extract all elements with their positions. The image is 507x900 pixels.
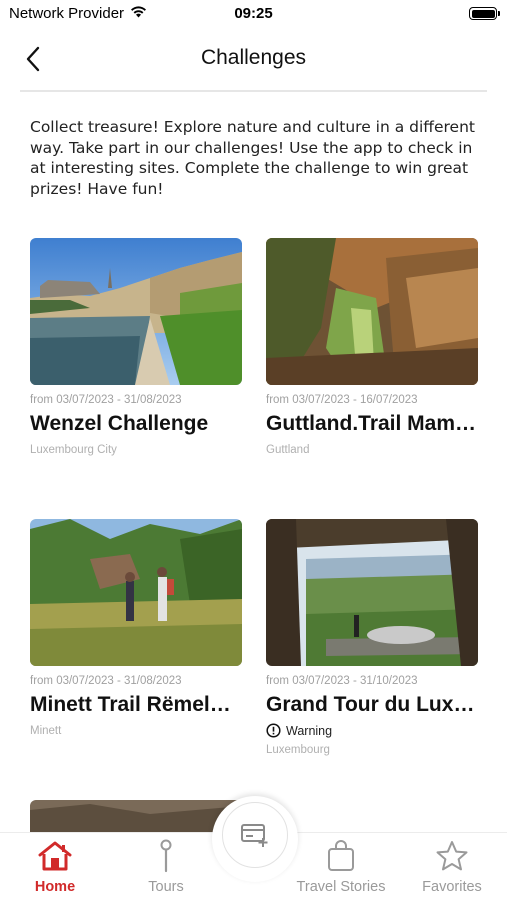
challenge-card[interactable]: from 03/07/2023 - 31/08/2023 Minett Trai… [30, 519, 242, 737]
header-divider [20, 90, 487, 92]
pin-icon [160, 839, 172, 873]
challenge-image [30, 519, 242, 666]
challenge-title: Guttland.Trail Mam… [266, 412, 477, 435]
challenge-date: from 03/07/2023 - 31/10/2023 [266, 675, 418, 687]
status-time: 09:25 [234, 5, 273, 22]
tab-favorites[interactable]: Favorites [397, 833, 507, 900]
challenge-location: Luxembourg City [30, 444, 117, 456]
challenge-image [30, 238, 242, 385]
challenge-location: Minett [30, 725, 62, 737]
add-ticket-button[interactable] [222, 802, 288, 868]
star-icon [436, 841, 468, 871]
challenge-title: Grand Tour du Luxe… [266, 693, 478, 716]
tab-travel-stories[interactable]: Travel Stories [286, 833, 396, 900]
challenge-image [266, 238, 478, 385]
warning-label: Warning [286, 723, 333, 738]
challenge-location: Luxembourg [266, 744, 330, 756]
warning-icon [266, 723, 281, 738]
tab-tours-label: Tours [148, 879, 184, 895]
tab-favorites-label: Favorites [422, 879, 482, 895]
tab-tours[interactable]: Tours [111, 833, 221, 900]
challenge-image [266, 519, 478, 666]
challenge-title: Wenzel Challenge [30, 412, 209, 435]
challenge-location: Guttland [266, 444, 310, 456]
challenge-title: Minett Trail Rëmele… [30, 693, 242, 716]
challenge-date: from 03/07/2023 - 31/08/2023 [30, 394, 182, 406]
page-title: Challenges [200, 46, 307, 69]
challenge-date: from 03/07/2023 - 31/08/2023 [30, 675, 182, 687]
tab-home[interactable]: Home [0, 833, 110, 900]
intro-text: Collect treasure! Explore nature and cul… [30, 118, 475, 198]
challenge-card[interactable]: from 03/07/2023 - 31/10/2023 Grand Tour … [266, 519, 478, 756]
warning-badge[interactable]: Warning [266, 723, 478, 738]
tab-travel-stories-label: Travel Stories [296, 879, 386, 895]
battery-icon [469, 7, 500, 20]
add-ticket-icon [241, 824, 268, 847]
nav-bar: Challenges [0, 36, 507, 84]
challenge-card[interactable]: from 03/07/2023 - 31/08/2023 Wenzel Chal… [30, 238, 242, 456]
tab-home-label: Home [34, 879, 76, 895]
status-bar: Network Provider 09:25 [0, 0, 507, 28]
challenge-date: from 03/07/2023 - 16/07/2023 [266, 394, 418, 406]
bag-icon [328, 840, 354, 871]
challenge-card[interactable]: from 03/07/2023 - 16/07/2023 Guttland.Tr… [266, 238, 478, 456]
home-icon [38, 841, 72, 871]
